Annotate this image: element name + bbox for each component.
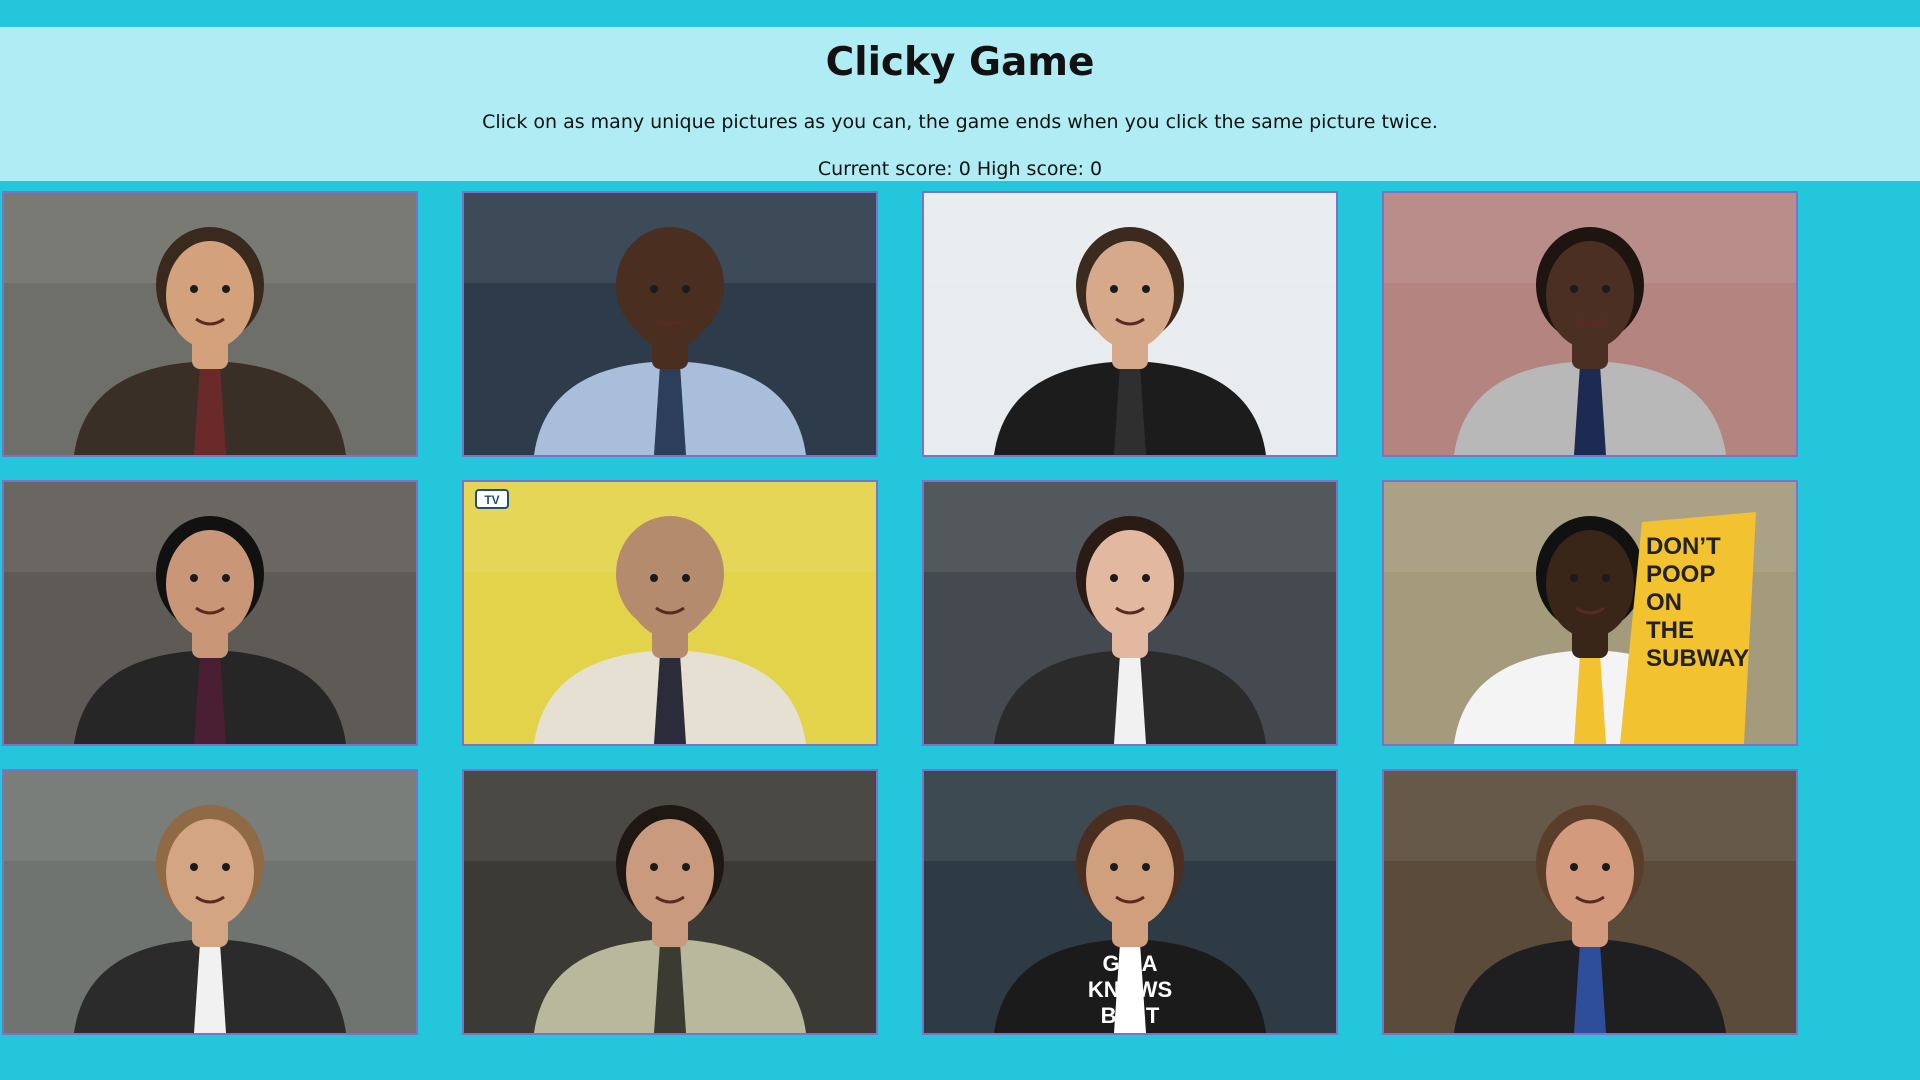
card-dark-curly-hair[interactable] bbox=[2, 480, 418, 746]
card-image bbox=[464, 193, 876, 455]
card-dark-blazer[interactable] bbox=[922, 480, 1338, 746]
card-image: GINAKNOWSBEST bbox=[924, 771, 1336, 1033]
svg-text:POOP: POOP bbox=[1646, 561, 1715, 588]
svg-text:TV: TV bbox=[484, 493, 499, 507]
svg-text:KNOWS: KNOWS bbox=[1088, 977, 1172, 1002]
svg-text:BEST: BEST bbox=[1101, 1003, 1160, 1028]
card-image: DON’TPOOPONTHESUBWAY bbox=[1384, 482, 1796, 744]
card-dark-suit[interactable] bbox=[1382, 769, 1798, 1035]
page-title: Clicky Game bbox=[825, 40, 1095, 85]
header: Clicky Game Click on as many unique pict… bbox=[0, 27, 1920, 181]
card-surprised-face[interactable] bbox=[462, 769, 878, 1035]
card-image bbox=[4, 193, 416, 455]
card-image: TV bbox=[464, 482, 876, 744]
card-image bbox=[924, 482, 1336, 744]
card-yellow-backdrop[interactable]: TV bbox=[462, 480, 878, 746]
card-gina-knows-best[interactable]: GINA KNOWS BEST bbox=[922, 769, 1338, 1035]
card-cop-brown-jacket[interactable] bbox=[2, 191, 418, 457]
card-image bbox=[4, 482, 416, 744]
card-image bbox=[4, 771, 416, 1033]
card-dont-poop-sign[interactable]: DON’T POOP ON THE SUBWAY bbox=[1382, 480, 1798, 746]
card-image bbox=[1384, 771, 1796, 1033]
svg-text:SUBWAY: SUBWAY bbox=[1646, 645, 1749, 672]
svg-text:DON’T: DON’T bbox=[1646, 533, 1721, 560]
card-leather-jacket[interactable] bbox=[922, 191, 1338, 457]
card-image bbox=[1384, 193, 1796, 455]
card-glasses-vest[interactable] bbox=[2, 769, 418, 1035]
card-grey-hoodie[interactable] bbox=[1382, 191, 1798, 457]
svg-text:ON: ON bbox=[1646, 589, 1682, 616]
card-image bbox=[924, 193, 1336, 455]
card-image bbox=[464, 771, 876, 1033]
svg-text:GINA: GINA bbox=[1103, 951, 1158, 976]
card-bald-blue-shirt[interactable] bbox=[462, 191, 878, 457]
instructions-text: Click on as many unique pictures as you … bbox=[482, 111, 1438, 133]
sign-graphic: DON’TPOOPONTHESUBWAY bbox=[1620, 512, 1756, 744]
score-display: Current score: 0 High score: 0 bbox=[817, 158, 1103, 180]
svg-text:THE: THE bbox=[1646, 617, 1694, 644]
